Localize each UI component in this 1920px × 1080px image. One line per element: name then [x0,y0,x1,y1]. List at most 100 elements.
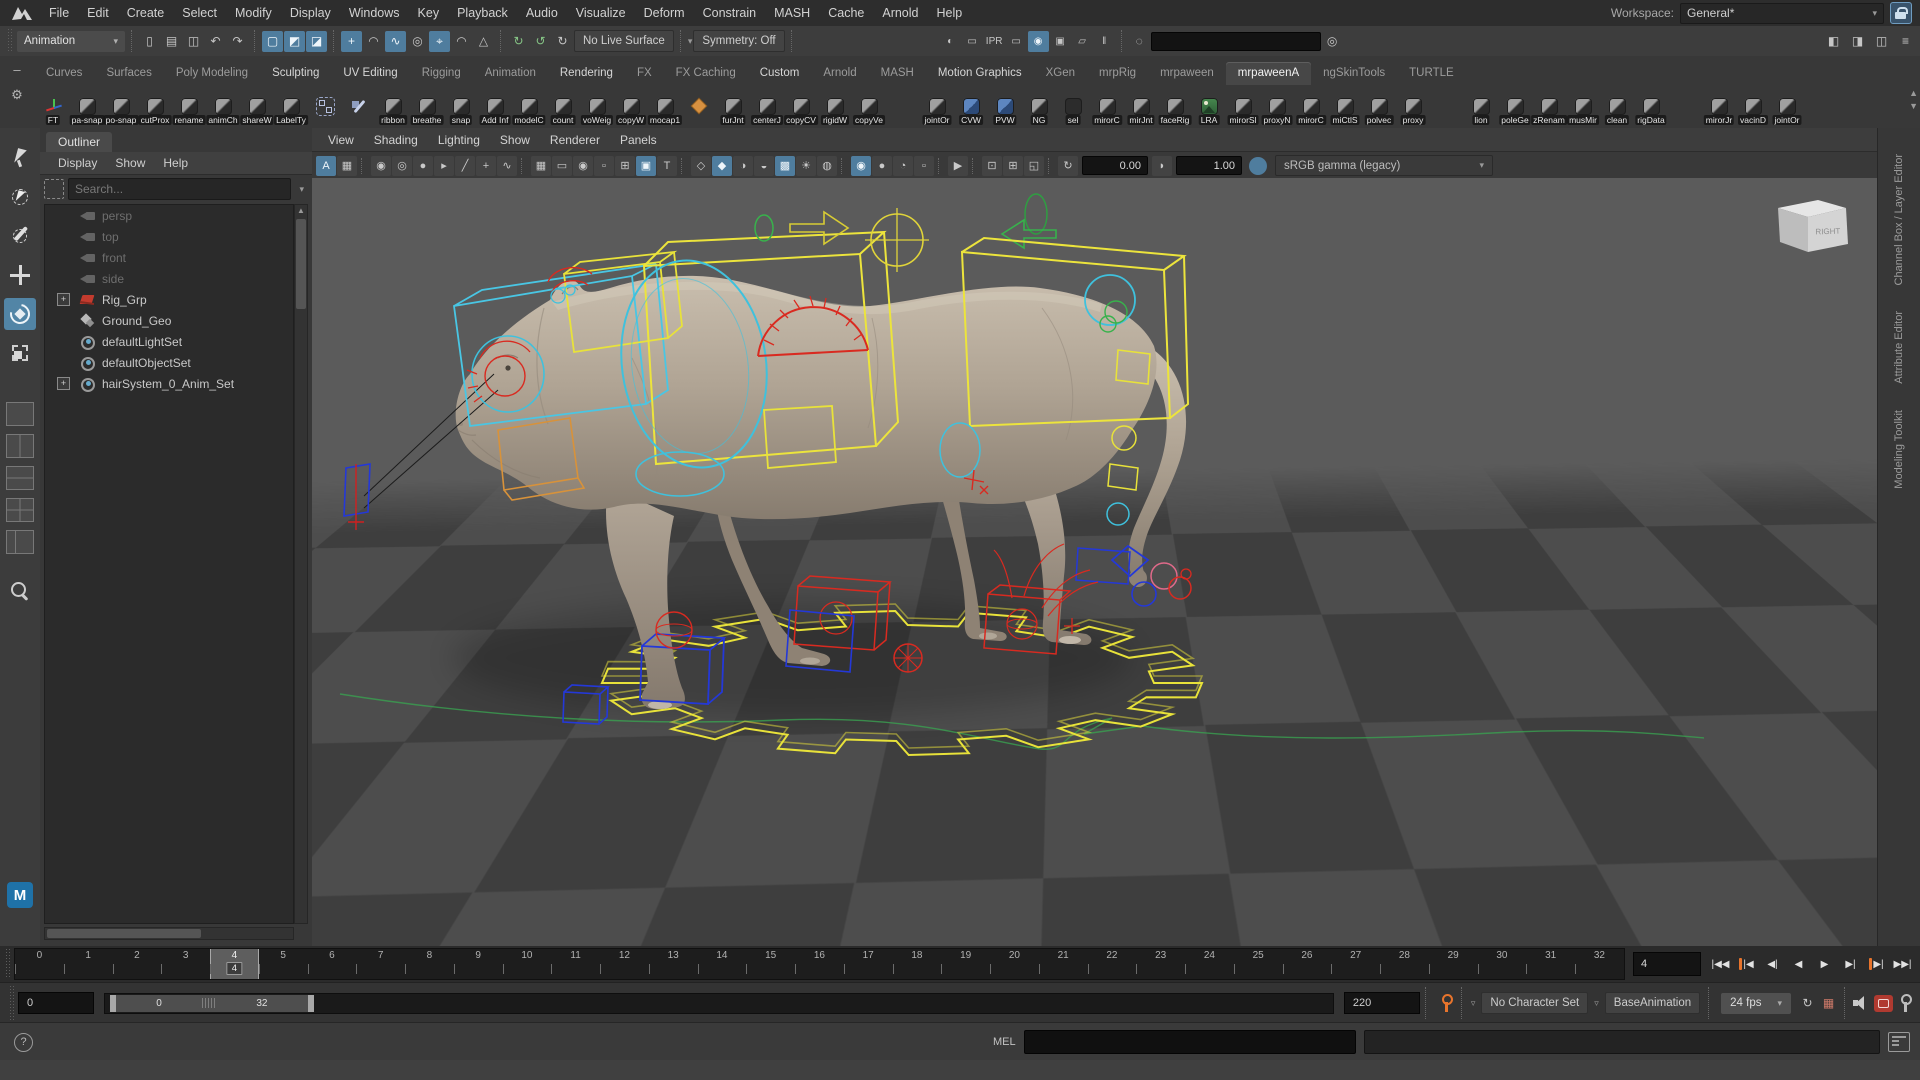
viewport-toolbar-icon[interactable]: ◉ [371,156,391,176]
timeline-frame[interactable]: 27 [1331,949,1380,979]
outliner-vertical-scrollbar[interactable]: ▲ [294,204,308,924]
shelf-tab[interactable]: Arnold [811,62,868,85]
shelf-tab[interactable]: Motion Graphics [926,62,1034,85]
playback-button[interactable]: ◀| [1761,952,1784,976]
selection-mask-icon[interactable]: ▢ [262,31,283,52]
shelf-button[interactable]: shareW [240,87,274,127]
viewport-toolbar-icon[interactable]: ◇ [691,156,711,176]
timeline-frame[interactable]: 31 [1526,949,1575,979]
timeline-frame[interactable]: 32 [1575,949,1624,979]
timeline-frame[interactable]: 18 [893,949,942,979]
fps-dropdown[interactable]: 24 fps ▾ [1721,993,1791,1014]
outliner-item[interactable]: persp [45,205,293,226]
menu-item[interactable]: Deform [635,1,694,26]
menu-item[interactable]: MASH [765,1,819,26]
file-action-icon[interactable]: ↷ [227,31,248,52]
playback-range-block[interactable]: 0 32 [110,995,314,1012]
shelf-menu-icon[interactable]: – [13,62,20,77]
view-cube[interactable]: RIGHT [1768,194,1854,260]
command-input-field[interactable] [1024,1030,1356,1054]
menu-item[interactable]: Edit [78,1,118,26]
playback-button[interactable]: |◀ [1735,952,1758,976]
timeline-frame[interactable]: 15 [746,949,795,979]
menu-item[interactable]: Constrain [694,1,766,26]
menu-item[interactable]: Help [928,1,972,26]
scrollbar-thumb[interactable] [47,929,201,938]
timeline-frame[interactable]: 28 [1380,949,1429,979]
shelf-button[interactable]: animCh [206,87,240,127]
outliner-item[interactable]: + hairSystem_0_Anim_Set [45,373,293,394]
range-handle-right[interactable] [308,995,314,1012]
menu-item[interactable]: Key [409,1,449,26]
shelf-button[interactable]: copyW [614,87,648,127]
construction-history-icon[interactable]: ↻ [508,31,529,52]
viewport-toolbar-icon[interactable] [972,158,978,174]
chevron-down-icon[interactable]: ▾ [688,36,693,47]
snap-icon[interactable]: ◎ [407,31,428,52]
command-language-label[interactable]: MEL [985,1036,1024,1048]
viewport-toolbar-icon[interactable]: ◔ [893,156,913,176]
shelf-tab[interactable]: mrpaween [1148,62,1226,85]
shelf-button[interactable]: po-snap [104,87,138,127]
shelf-tab[interactable]: Animation [473,62,548,85]
shelf-tab[interactable]: Rendering [548,62,625,85]
sidebar-toggle-icon[interactable]: ◧ [1823,31,1844,52]
shelf-button[interactable]: furJnt [716,87,750,127]
viewport-menu-item[interactable]: Shading [364,133,428,147]
colorspace-badge-icon[interactable] [1249,157,1267,175]
viewport-toolbar-icon[interactable]: ◍ [817,156,837,176]
drag-grip[interactable] [6,29,14,53]
render-icon[interactable]: IPR [984,31,1005,52]
viewport-toolbar-icon[interactable]: ╱ [455,156,475,176]
shelf-button[interactable]: cutProx [138,87,172,127]
menu-item[interactable]: Arnold [873,1,927,26]
shelf-button[interactable]: mirJnt [1124,87,1158,127]
timeline-frame[interactable]: 12 [600,949,649,979]
snap-icon[interactable]: ◠ [451,31,472,52]
outliner-item[interactable]: defaultLightSet [45,331,293,352]
viewport-toolbar-icon[interactable] [521,158,527,174]
drag-grip[interactable] [4,949,12,979]
mute-record-icon[interactable] [1874,995,1893,1012]
viewport-toolbar-icon[interactable]: ◉ [573,156,593,176]
timeline-frame[interactable]: 0 [15,949,64,979]
shelf-tab[interactable]: Rigging [410,62,473,85]
menu-item[interactable]: Modify [226,1,281,26]
menu-item[interactable]: Playback [448,1,517,26]
shelf-tab[interactable]: mrpaweenA [1226,62,1311,85]
chevron-down-icon[interactable]: ▿ [1594,998,1599,1009]
help-icon[interactable]: ? [14,1033,33,1052]
shelf-button[interactable]: polvec [1362,87,1396,127]
shelf-tab[interactable]: Poly Modeling [164,62,260,85]
sidebar-toggle-icon[interactable]: ◫ [1871,31,1892,52]
file-action-icon[interactable]: ◫ [183,31,204,52]
live-surface-field[interactable]: No Live Surface [574,30,674,52]
gamma-icon[interactable]: ◗ [1152,156,1172,176]
shelf-button[interactable]: breathe [410,87,444,127]
viewport-toolbar-icon[interactable]: ▶ [948,156,968,176]
menu-item[interactable]: Audio [517,1,567,26]
scrollbar-thumb[interactable] [296,219,306,309]
shelf-button[interactable]: sel [1056,87,1090,127]
script-editor-icon[interactable] [1888,1032,1910,1052]
shelf-button[interactable]: Add Inf [478,87,512,127]
shelf-button[interactable]: jointOr [1770,87,1804,127]
shelf-button[interactable]: centerJ [750,87,784,127]
shelf-button[interactable]: musMir [1566,87,1600,127]
scroll-up-icon[interactable]: ▲ [295,205,307,217]
menu-item[interactable]: Windows [340,1,409,26]
expand-icon[interactable]: + [57,377,70,390]
viewport-toolbar-icon[interactable]: ▦ [531,156,551,176]
select-tool-button[interactable] [4,142,36,174]
viewport-toolbar-icon[interactable]: ● [872,156,892,176]
viewport-toolbar-icon[interactable]: ☀ [796,156,816,176]
timeline-frame[interactable]: 8 [405,949,454,979]
layout-stacked-pane-button[interactable] [6,466,34,490]
layout-single-pane-button[interactable] [6,402,34,426]
shelf-tab[interactable]: Sculpting [260,62,331,85]
shelf-tab[interactable]: FX [625,62,664,85]
drag-grip[interactable] [8,986,16,1020]
timeline-frame[interactable]: 16 [795,949,844,979]
snap-icon[interactable]: △ [473,31,494,52]
viewport-toolbar-icon[interactable]: ⊡ [982,156,1002,176]
